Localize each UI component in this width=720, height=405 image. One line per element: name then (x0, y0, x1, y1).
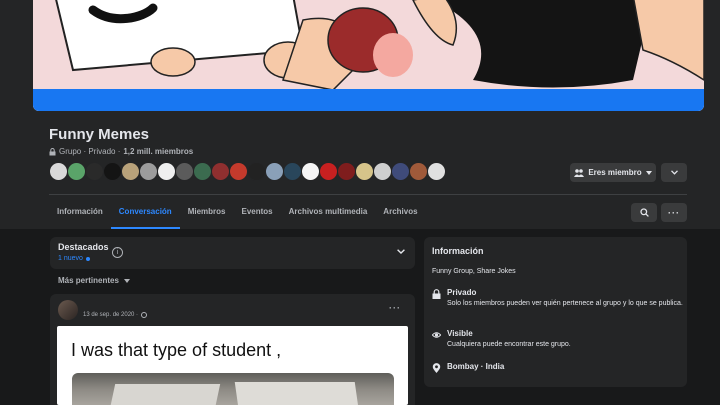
header-divider (49, 194, 687, 195)
member-avatar[interactable] (373, 162, 392, 181)
member-avatar[interactable] (175, 162, 194, 181)
meme-caption: I was that type of student , (71, 340, 282, 360)
sort-label: Más pertinentes (58, 276, 119, 285)
post-author-avatar[interactable] (58, 300, 78, 320)
member-avatar[interactable] (67, 162, 86, 181)
privacy-description: Solo los miembros pueden ver quién perte… (447, 300, 683, 307)
tab-informacion[interactable]: Información (49, 197, 111, 229)
cover-photo[interactable] (33, 0, 704, 111)
tab-conversacion[interactable]: Conversación (110, 197, 180, 229)
featured-title: Destacados (58, 242, 109, 252)
member-avatar[interactable] (265, 162, 284, 181)
member-avatar[interactable] (193, 162, 212, 181)
privacy-title: Privado (447, 288, 477, 297)
lock-icon (49, 147, 56, 155)
tab-archivos[interactable]: Archivos (375, 197, 425, 229)
members-icon (574, 168, 585, 177)
member-status-label: Eres miembro (588, 168, 642, 177)
location-text: Bombay · India (447, 362, 505, 371)
member-avatars (49, 162, 446, 182)
tab-miembros[interactable]: Miembros (180, 197, 234, 229)
sort-dropdown[interactable]: Más pertinentes (58, 276, 130, 285)
location-pin-icon (432, 363, 441, 373)
member-avatar[interactable] (391, 162, 410, 181)
member-avatar[interactable] (301, 162, 320, 181)
group-tabs: Información Conversación Miembros Evento… (49, 197, 426, 229)
eye-icon (432, 332, 441, 338)
visible-title: Visible (447, 329, 473, 338)
member-avatar[interactable] (409, 162, 428, 181)
group-privacy-label: Grupo · Privado · (59, 147, 121, 156)
about-location: Bombay · India (432, 362, 504, 373)
group-search-button[interactable] (631, 203, 657, 222)
member-avatar[interactable] (49, 162, 68, 181)
about-privacy: Privado Solo los miembros pueden ver qui… (432, 288, 687, 309)
member-avatar[interactable] (247, 162, 266, 181)
member-avatar[interactable] (337, 162, 356, 181)
about-card: Información Funny Group, Share Jokes Pri… (424, 237, 687, 387)
expand-header-button[interactable] (661, 163, 687, 182)
group-meta: Grupo · Privado · 1,2 mill. miembros (49, 147, 193, 156)
group-header: Funny Memes Grupo · Privado · 1,2 mill. … (0, 111, 720, 229)
member-avatar[interactable] (427, 162, 446, 181)
about-title: Información (432, 246, 484, 256)
chevron-down-icon (670, 170, 678, 175)
more-dots-icon: ··· (668, 207, 680, 218)
member-avatar[interactable] (211, 162, 230, 181)
about-visibility: Visible Cualquiera puede encontrar este … (432, 329, 687, 350)
chevron-down-icon[interactable] (397, 249, 405, 254)
notebook-page-left (108, 384, 221, 405)
post-options-button[interactable]: ··· (389, 303, 401, 313)
new-dot-icon (85, 256, 90, 261)
member-avatar[interactable] (103, 162, 122, 181)
caret-down-icon (123, 278, 130, 283)
featured-new-badge: 1 nuevo (58, 255, 90, 262)
member-avatar[interactable] (139, 162, 158, 181)
member-avatar[interactable] (229, 162, 248, 181)
about-description: Funny Group, Share Jokes (432, 268, 516, 275)
member-avatar[interactable] (319, 162, 338, 181)
lock-icon (432, 289, 441, 299)
featured-new-label: 1 nuevo (58, 255, 83, 262)
tab-archivos-multimedia[interactable]: Archivos multimedia (281, 197, 376, 229)
member-avatar[interactable] (121, 162, 140, 181)
audience-icon (141, 312, 148, 318)
post-image[interactable]: I was that type of student , (57, 326, 408, 405)
featured-card[interactable]: Destacados 1 nuevo i (50, 237, 415, 269)
group-more-button[interactable]: ··· (661, 203, 687, 222)
cover-area (0, 0, 720, 125)
cover-color-bar (33, 89, 704, 111)
member-count[interactable]: 1,2 mill. miembros (123, 147, 193, 156)
member-avatar[interactable] (283, 162, 302, 181)
notebook-page-right (234, 382, 360, 405)
member-avatar[interactable] (355, 162, 374, 181)
member-status-button[interactable]: Eres miembro (570, 163, 656, 182)
search-icon (639, 208, 649, 217)
post-timestamp[interactable]: 13 de sep. de 2020 · (83, 312, 148, 318)
group-name[interactable]: Funny Memes (49, 126, 149, 143)
info-icon[interactable]: i (112, 247, 123, 258)
member-avatar[interactable] (85, 162, 104, 181)
feed-post: 13 de sep. de 2020 · ··· I was that type… (50, 294, 415, 405)
tab-eventos[interactable]: Eventos (233, 197, 280, 229)
post-date-text: 13 de sep. de 2020 · (83, 312, 139, 318)
caret-down-icon (645, 170, 652, 175)
member-avatar[interactable] (157, 162, 176, 181)
visible-description: Cualquiera puede encontrar este grupo. (447, 341, 571, 348)
